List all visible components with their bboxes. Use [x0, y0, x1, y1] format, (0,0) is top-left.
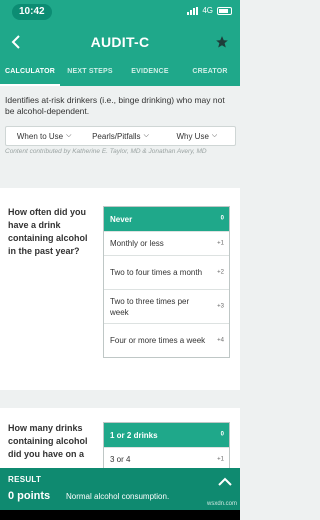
calculator-description: Identifies at-risk drinkers (i.e., binge…	[5, 95, 225, 116]
result-bar[interactable]: RESULT 0 points Normal alcohol consumpti…	[0, 468, 240, 510]
option-3-or-4[interactable]: 3 or 4 +1	[104, 447, 229, 468]
option-label: Four or more times a week	[110, 336, 206, 345]
tab-creator[interactable]: CREATOR	[180, 60, 240, 86]
option-label: Two to three times per week	[110, 296, 190, 317]
status-icons: 4G	[187, 6, 232, 15]
status-bar: 10:42 4G	[0, 0, 240, 24]
chevron-up-svg	[218, 477, 232, 486]
option-points: +4	[217, 337, 224, 343]
option-label: 1 or 2 drinks	[110, 430, 158, 440]
content-credit: Content contributed by Katherine E. Tayl…	[5, 148, 207, 155]
option-four-or-more-weekly[interactable]: Four or more times a week +4	[104, 323, 229, 357]
favorite-button[interactable]	[210, 30, 234, 54]
option-label: Monthly or less	[110, 239, 164, 248]
why-use-label: Why Use	[176, 131, 209, 141]
battery-icon	[217, 6, 232, 15]
option-points: 0	[220, 215, 224, 222]
question-card: How many drinks containing alcohol did y…	[0, 408, 240, 468]
network-label: 4G	[202, 6, 213, 15]
option-points: +1	[217, 240, 224, 246]
option-two-to-three-weekly[interactable]: Two to three times per week +3	[104, 289, 229, 323]
when-to-use-button[interactable]: When to Use ⌵	[6, 127, 82, 145]
option-points: 0	[220, 431, 224, 438]
question-text: How often did you have a drink containin…	[8, 207, 88, 256]
chevron-up-icon[interactable]	[218, 474, 232, 490]
option-label: Never	[110, 214, 133, 224]
chevron-down-icon: ⌵	[66, 132, 72, 139]
pearls-pitfalls-label: Pearls/Pitfalls	[92, 131, 141, 141]
option-two-to-four-monthly[interactable]: Two to four times a month +2	[104, 255, 229, 289]
tab-calculator[interactable]: CALCULATOR	[0, 60, 60, 86]
tab-bar: CALCULATOR NEXT STEPS EVIDENCE CREATOR	[0, 60, 240, 86]
option-never[interactable]: Never 0	[104, 207, 229, 231]
why-use-button[interactable]: Why Use ⌵	[159, 127, 235, 145]
star-icon	[216, 36, 228, 48]
status-time: 10:42	[12, 4, 52, 20]
info-button-row: When to Use ⌵ Pearls/Pitfalls ⌵ Why Use …	[5, 126, 236, 146]
option-1-or-2-drinks[interactable]: 1 or 2 drinks 0	[104, 423, 229, 447]
question-text: How many drinks containing alcohol did y…	[8, 423, 88, 459]
answer-options: 1 or 2 drinks 0 3 or 4 +1	[103, 422, 230, 468]
chevron-down-icon: ⌵	[211, 132, 218, 139]
tab-next-steps[interactable]: NEXT STEPS	[60, 60, 120, 86]
question-card: How often did you have a drink containin…	[0, 188, 240, 390]
option-points: +2	[217, 269, 224, 275]
watermark: wsxdn.com	[206, 501, 237, 507]
option-label: 3 or 4	[110, 455, 131, 464]
option-label: Two to four times a month	[110, 268, 203, 277]
info-section: Identifies at-risk drinkers (i.e., binge…	[0, 86, 240, 160]
chevron-down-icon: ⌵	[143, 132, 149, 139]
signal-icon	[187, 6, 199, 15]
option-points: +3	[217, 303, 224, 309]
tab-evidence[interactable]: EVIDENCE	[120, 60, 180, 86]
result-description: Normal alcohol consumption.	[66, 492, 170, 501]
when-to-use-label: When to Use	[16, 131, 64, 141]
home-indicator-area	[0, 510, 240, 520]
option-monthly-or-less[interactable]: Monthly or less +1	[104, 231, 229, 255]
result-label: RESULT	[8, 475, 42, 484]
answer-options: Never 0 Monthly or less +1 Two to four t…	[103, 206, 230, 358]
result-points: 0 points	[8, 490, 51, 502]
page-title: AUDIT-C	[90, 34, 150, 50]
pearls-pitfalls-button[interactable]: Pearls/Pitfalls ⌵	[82, 127, 158, 145]
option-points: +1	[217, 456, 224, 462]
app-bar: AUDIT-C	[0, 24, 240, 60]
